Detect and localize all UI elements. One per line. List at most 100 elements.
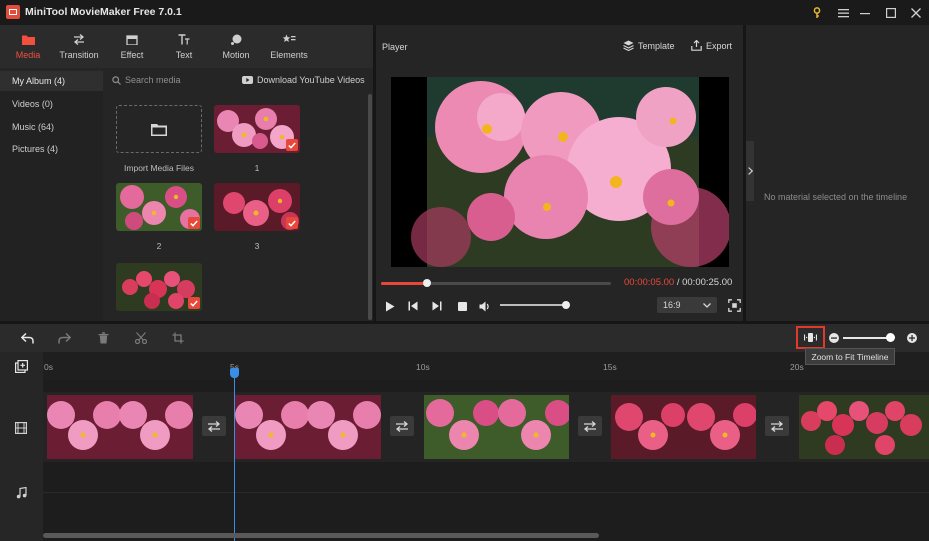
timeline-toolbar (0, 324, 929, 352)
previous-frame-button[interactable] (406, 299, 420, 313)
timeline-clip-1[interactable] (47, 395, 193, 459)
sidebar-item-videos[interactable]: Videos (0) (0, 94, 103, 114)
music-track[interactable] (43, 462, 929, 532)
playback-progress[interactable] (381, 279, 611, 287)
timeline-scrollbar[interactable] (43, 533, 599, 538)
add-track-button[interactable] (14, 359, 28, 373)
media-thumbnail-1[interactable] (214, 105, 300, 153)
transition-icon (207, 420, 221, 432)
play-button[interactable] (383, 299, 397, 313)
timeline-clip-3[interactable] (424, 395, 569, 459)
transition-slot-2[interactable] (390, 416, 414, 436)
time-ruler[interactable]: 0s 5s 10s 15s 20s (43, 352, 929, 380)
tab-label: Motion (222, 49, 250, 60)
delete-button[interactable] (96, 331, 110, 345)
aspect-ratio-select[interactable]: 16:9 (657, 297, 717, 313)
close-button[interactable] (903, 0, 929, 25)
minimize-button[interactable] (852, 0, 878, 25)
collapse-panel-button[interactable] (746, 141, 754, 201)
empty-selection-message: No material selected on the timeline (764, 192, 908, 202)
minus-icon (831, 337, 837, 339)
transition-slot-4[interactable] (765, 416, 789, 436)
player-title: Player (382, 42, 408, 52)
transition-slot-1[interactable] (202, 416, 226, 436)
tab-motion[interactable]: Motion (214, 25, 258, 68)
media-thumbnail-2[interactable] (116, 183, 202, 231)
sidebar-item-my-album[interactable]: My Album (4) (0, 71, 103, 91)
tab-effect[interactable]: Effect (110, 25, 154, 68)
timeline-clip-5[interactable] (799, 395, 929, 459)
template-label: Template (638, 40, 675, 51)
stop-icon (457, 301, 467, 311)
zoom-in-button[interactable] (907, 333, 917, 343)
timeline-clip-4[interactable] (611, 395, 756, 459)
transition-icon (395, 420, 409, 432)
transition-icon (770, 420, 784, 432)
time-separator: / (674, 277, 683, 288)
tab-label: Text (175, 49, 193, 60)
playhead-line (234, 369, 235, 541)
video-preview[interactable] (391, 77, 729, 267)
zoom-out-button[interactable] (829, 333, 839, 343)
maximize-button[interactable] (878, 0, 904, 25)
zoom-to-fit-tooltip: Zoom to Fit Timeline (805, 348, 895, 365)
search-media[interactable]: Search media (112, 75, 181, 85)
redo-icon (57, 332, 71, 343)
split-button[interactable] (134, 331, 148, 345)
volume-slider[interactable] (500, 301, 570, 309)
scissors-icon (135, 332, 147, 344)
volume-button[interactable] (478, 299, 492, 313)
volume-handle[interactable] (562, 301, 570, 309)
checkmark-icon (286, 217, 298, 229)
import-media-button[interactable] (116, 105, 202, 153)
media-caption-1: 1 (254, 163, 260, 173)
youtube-icon (242, 76, 253, 84)
import-label: Import Media Files (124, 163, 194, 173)
export-icon (691, 40, 702, 51)
export-label: Export (706, 40, 733, 51)
track-divider (43, 492, 929, 493)
main-tabs: Media Transition Effect Text Motion Elem… (0, 25, 373, 68)
undo-button[interactable] (20, 331, 34, 345)
transition-icon (72, 34, 86, 46)
ruler-label: 15s (603, 362, 617, 372)
transition-slot-3[interactable] (578, 416, 602, 436)
tab-label: Transition (59, 49, 99, 60)
total-time: 00:00:25.00 (682, 277, 733, 288)
key-icon[interactable] (804, 0, 830, 25)
fullscreen-icon (728, 299, 741, 312)
export-button[interactable]: Export (691, 40, 732, 51)
transition-icon (583, 420, 597, 432)
progress-handle[interactable] (423, 279, 431, 287)
zoom-to-fit-button[interactable] (796, 326, 825, 349)
download-youtube-button[interactable]: Download YouTube Videos (242, 75, 365, 85)
title-bar: MiniTool MovieMaker Free 7.0.1 (0, 0, 929, 25)
media-scrollbar[interactable] (368, 94, 372, 320)
media-thumbnail-3[interactable] (214, 183, 300, 231)
video-track-icon (14, 421, 28, 435)
playhead-handle[interactable] (230, 368, 239, 378)
media-thumbnail-4[interactable] (116, 263, 202, 311)
tab-elements[interactable]: Elements (266, 25, 312, 68)
redo-button[interactable] (57, 331, 71, 345)
video-track (43, 392, 929, 462)
crop-button[interactable] (171, 331, 185, 345)
tab-media[interactable]: Media (6, 25, 50, 68)
zoom-handle[interactable] (886, 333, 895, 342)
fullscreen-button[interactable] (728, 299, 741, 312)
media-caption-2: 2 (156, 241, 162, 251)
stop-button[interactable] (455, 299, 469, 313)
tab-transition[interactable]: Transition (54, 25, 104, 68)
next-frame-button[interactable] (430, 299, 444, 313)
media-caption-3: 3 (254, 241, 260, 251)
timeline-clip-2[interactable] (235, 395, 381, 459)
play-icon (386, 301, 395, 311)
template-button[interactable]: Template (623, 40, 675, 51)
sidebar-item-pictures[interactable]: Pictures (4) (0, 139, 103, 159)
timecode: 00:00:05.00 / 00:00:25.00 (624, 277, 732, 288)
undo-icon (20, 332, 34, 343)
tab-text[interactable]: Text (162, 25, 206, 68)
sidebar-item-music[interactable]: Music (64) (0, 117, 103, 137)
folder-icon (21, 34, 35, 46)
timeline: 0s 5s 10s 15s 20s (0, 352, 929, 541)
